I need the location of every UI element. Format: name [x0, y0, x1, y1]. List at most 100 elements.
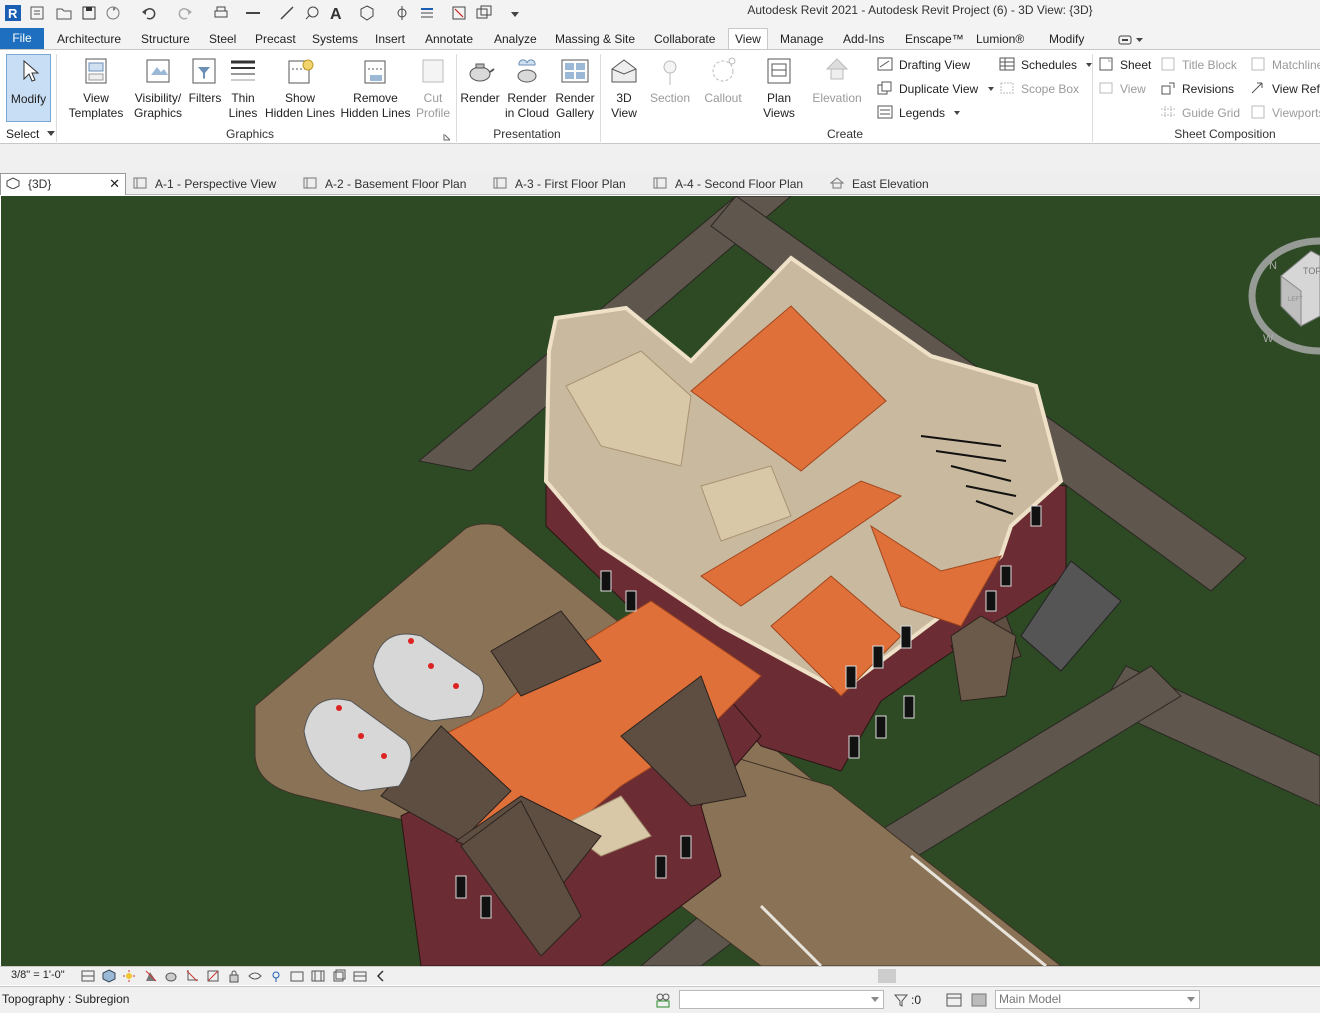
tab-architecture[interactable]: Architecture	[51, 29, 127, 49]
view-scale[interactable]: 3/8" = 1'-0"	[11, 969, 65, 981]
scrollbar-thumb[interactable]	[878, 969, 896, 983]
render-button[interactable]: Render	[459, 55, 501, 106]
thin-lines-button[interactable]: Thin Lines	[224, 55, 262, 121]
view-tab-east-elevation[interactable]: East Elevation	[829, 174, 929, 194]
tab-collaborate[interactable]: Collaborate	[648, 29, 721, 49]
tab-manage[interactable]: Manage	[774, 29, 829, 49]
show-constraints-icon[interactable]	[353, 969, 367, 983]
sheet-icon	[133, 175, 147, 189]
elevation-button[interactable]: Elevation	[810, 55, 864, 106]
filter-icon[interactable]	[893, 992, 909, 1008]
thin-lines-icon	[227, 55, 259, 87]
visibility-graphics-button[interactable]: Visibility/ Graphics	[128, 55, 188, 121]
tab-enscape[interactable]: Enscape™	[899, 29, 970, 49]
sheet-icon	[493, 175, 507, 189]
chevron-down-icon	[987, 87, 994, 91]
schedules-button[interactable]: Schedules	[999, 57, 1093, 73]
render-in-cloud-button[interactable]: Render in Cloud	[503, 55, 551, 121]
callout-button[interactable]: Callout	[700, 55, 746, 106]
filters-button[interactable]: Filters	[186, 55, 224, 106]
tab-add-ins[interactable]: Add-Ins	[837, 29, 890, 49]
reveal-hidden-icon[interactable]	[269, 969, 283, 983]
show-hidden-lines-button[interactable]: Show Hidden Lines	[264, 55, 336, 121]
shadows-icon[interactable]	[144, 969, 158, 983]
select-label: Select	[6, 127, 40, 141]
3d-view-icon	[6, 175, 20, 190]
visual-style-icon[interactable]	[102, 969, 116, 983]
design-options-icon[interactable]	[946, 992, 962, 1008]
worksharing-icon[interactable]	[655, 992, 671, 1008]
editable-only-icon[interactable]	[971, 992, 987, 1008]
view-tab-perspective[interactable]: A-1 - Perspective View	[133, 174, 276, 194]
view-tab-basement-floor-plan[interactable]: A-2 - Basement Floor Plan	[303, 174, 466, 194]
matchline-button[interactable]: Matchline	[1250, 57, 1320, 73]
drafting-view-button[interactable]: Drafting View	[877, 57, 970, 73]
guide-grid-button[interactable]: Guide Grid	[1160, 105, 1240, 121]
tab-steel[interactable]: Steel	[203, 29, 242, 49]
legends-icon	[877, 105, 893, 119]
view-reference-button[interactable]: View Refe	[1250, 81, 1320, 97]
graphics-dialog-launcher-icon[interactable]	[443, 130, 451, 141]
detail-level-icon[interactable]	[81, 969, 95, 983]
tab-massing-site[interactable]: Massing & Site	[549, 29, 641, 49]
view-tab-second-floor-plan[interactable]: A-4 - Second Floor Plan	[653, 174, 803, 194]
close-tab-icon[interactable]: ✕	[109, 174, 120, 194]
visibility-graphics-icon	[142, 55, 174, 87]
revisions-button[interactable]: Revisions	[1160, 81, 1234, 97]
sheet-icon	[1098, 57, 1114, 71]
place-view-button[interactable]: View	[1098, 81, 1146, 97]
temporary-hide-icon[interactable]	[248, 969, 262, 983]
view-tab-3d[interactable]: {3D} ✕	[0, 173, 126, 195]
3d-viewport[interactable]: TOP LEFT N W	[1, 196, 1320, 966]
crop-view-icon[interactable]	[185, 969, 199, 983]
view-tab-first-floor-plan[interactable]: A-3 - First Floor Plan	[493, 174, 626, 194]
section-button[interactable]: Section	[646, 55, 694, 106]
viewports-button[interactable]: Viewports	[1250, 105, 1320, 121]
plan-views-button[interactable]: Plan Views	[757, 55, 801, 121]
drafting-view-icon	[877, 57, 893, 71]
sheet-button[interactable]: Sheet	[1098, 57, 1151, 73]
design-option-combo[interactable]: Main Model	[995, 990, 1200, 1009]
remove-hidden-lines-button[interactable]: Remove Hidden Lines	[338, 55, 413, 121]
duplicate-view-button[interactable]: Duplicate View	[877, 81, 994, 97]
horizontal-scrollbar[interactable]	[390, 969, 1320, 983]
tab-lumion[interactable]: Lumion®	[970, 29, 1030, 49]
tab-precast[interactable]: Precast	[249, 29, 302, 49]
3d-view-button[interactable]: 3D View	[604, 55, 644, 121]
highlight-displacement-icon[interactable]	[332, 969, 346, 983]
chevron-down-icon	[46, 131, 55, 136]
select-dropdown[interactable]: Select	[6, 126, 55, 142]
render-cloud-icon	[511, 55, 543, 87]
panel-label-create: Create	[826, 127, 864, 141]
cut-profile-button[interactable]: Cut Profile	[413, 55, 453, 121]
lock-3d-view-icon[interactable]	[227, 969, 241, 983]
model-view-svg: TOP LEFT N W	[1, 196, 1320, 966]
render-gallery-button[interactable]: Render Gallery	[552, 55, 598, 121]
tab-systems[interactable]: Systems	[306, 29, 364, 49]
tab-structure[interactable]: Structure	[135, 29, 196, 49]
tab-modify[interactable]: Modify	[1043, 29, 1090, 49]
filters-icon	[189, 55, 221, 87]
title-block-button[interactable]: Title Block	[1160, 57, 1237, 73]
legends-button[interactable]: Legends	[877, 105, 961, 121]
tab-view[interactable]: View	[728, 28, 768, 50]
view-reference-icon	[1250, 81, 1266, 95]
view-templates-button[interactable]: View Templates	[66, 55, 126, 121]
sheet-icon	[653, 175, 667, 189]
analytical-model-icon[interactable]	[311, 969, 325, 983]
tab-file[interactable]: File	[0, 28, 44, 49]
workset-combo[interactable]	[679, 990, 884, 1009]
show-crop-region-icon[interactable]	[206, 969, 220, 983]
sun-path-icon[interactable]	[122, 969, 136, 983]
tab-insert[interactable]: Insert	[369, 29, 411, 49]
modify-label: Modify	[10, 92, 47, 106]
tab-analyze[interactable]: Analyze	[488, 29, 543, 49]
modify-button[interactable]: Modify	[6, 54, 51, 122]
tab-annotate[interactable]: Annotate	[419, 29, 479, 49]
render-gallery-icon	[559, 55, 591, 87]
rendering-dialog-icon[interactable]	[164, 969, 178, 983]
ribbon-panel: Modify Select View Templates Visibility/…	[0, 49, 1320, 144]
scroll-left-icon[interactable]	[374, 969, 388, 983]
temporary-view-properties-icon[interactable]	[290, 969, 304, 983]
scope-box-button[interactable]: Scope Box	[999, 81, 1079, 97]
